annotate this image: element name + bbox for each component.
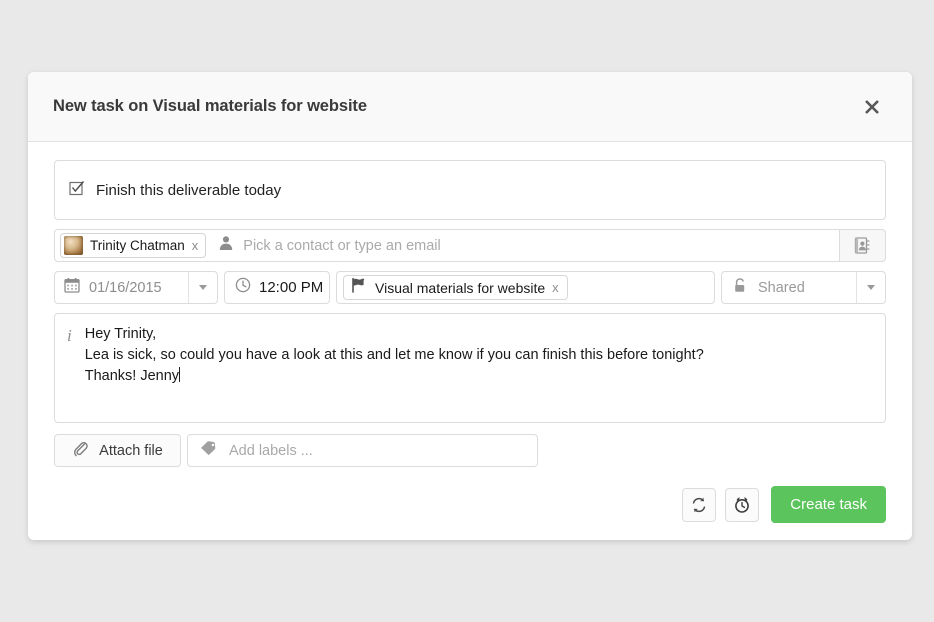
attachments-row: Attach file Add labels ... [54,434,886,467]
calendar-icon [64,277,80,298]
contacts-input[interactable]: Trinity Chatman x Pick a contact or type… [54,229,839,262]
due-date-value: 01/16/2015 [89,279,162,296]
person-icon [218,235,234,256]
contacts-row: Trinity Chatman x Pick a contact or type… [54,229,886,262]
task-title-value: Finish this deliverable today [96,181,282,199]
info-icon: i [67,326,72,345]
unlocked-padlock-icon [732,277,749,299]
tag-icon [200,440,219,462]
due-time-value: 12:00 PM [259,279,324,296]
contacts-placeholder: Pick a contact or type an email [243,237,441,254]
attach-file-label: Attach file [99,442,163,459]
contact-chip[interactable]: Trinity Chatman x [60,233,207,258]
meta-row: 01/16/2015 12:00 PM Visual materials for… [54,271,886,304]
attach-file-button[interactable]: Attach file [54,434,181,467]
message-body: Hey Trinity, Lea is sick, so could you h… [85,324,704,422]
paperclip-icon [72,440,89,462]
due-date-input[interactable]: 01/16/2015 [54,271,218,304]
contact-entry-area[interactable]: Pick a contact or type an email [218,235,835,256]
flag-icon [350,277,367,298]
text-cursor [179,367,181,382]
clock-icon [235,277,251,298]
sharing-dropdown-button[interactable] [856,272,885,303]
repeat-icon[interactable] [682,487,717,522]
due-date-dropdown-button[interactable] [188,272,217,303]
sharing-select[interactable]: Shared [721,271,886,304]
page-title: New task on Visual materials for website [53,97,367,115]
due-time-input[interactable]: 12:00 PM [224,271,330,304]
avatar [64,236,83,255]
dialog-header: New task on Visual materials for website [28,72,912,142]
message-body-text: Hey Trinity, Lea is sick, so could you h… [84,326,704,384]
contact-chip-label: Trinity Chatman [90,238,185,253]
address-book-icon[interactable] [839,229,886,262]
new-task-dialog: New task on Visual materials for website… [28,72,912,540]
sharing-value: Shared [758,279,805,296]
chevron-down-icon [199,285,207,290]
chevron-down-icon [867,285,875,290]
contact-chip-remove-button[interactable]: x [192,238,199,253]
message-textarea[interactable]: i Hey Trinity, Lea is sick, so could you… [54,313,886,423]
task-title-input[interactable]: Finish this deliverable today [54,160,886,220]
project-chip-remove-button[interactable]: x [552,280,559,295]
close-icon[interactable] [858,93,886,121]
alarm-clock-icon[interactable] [725,487,760,522]
project-input[interactable]: Visual materials for website x [336,271,715,304]
dialog-footer: Create task [28,467,912,523]
labels-placeholder: Add labels ... [229,442,313,459]
checkbox-checked-icon[interactable] [69,180,85,201]
create-task-button[interactable]: Create task [771,486,886,523]
labels-input[interactable]: Add labels ... [187,434,538,467]
project-chip[interactable]: Visual materials for website x [343,275,568,300]
dialog-body: Finish this deliverable today Trinity Ch… [28,142,912,467]
project-chip-label: Visual materials for website [375,279,546,296]
